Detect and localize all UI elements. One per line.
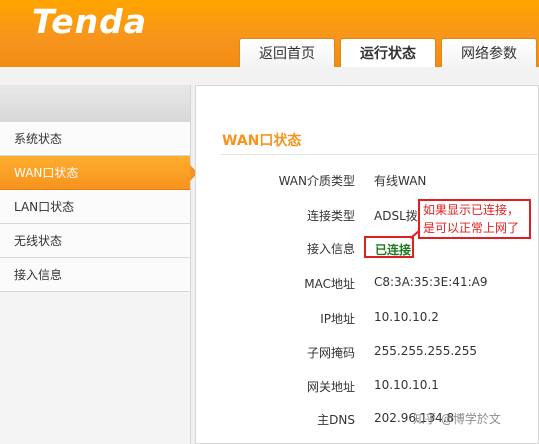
row-label-connection-type: 连接类型 xyxy=(306,209,355,223)
sidebar-item-wan-status[interactable]: WAN口状态 xyxy=(0,156,198,190)
sidebar-item-wireless-status[interactable]: 无线状态 xyxy=(0,224,190,258)
row-label-ip: IP地址 xyxy=(320,312,355,326)
section-divider xyxy=(220,154,539,155)
row-value-subnet: 255.255.255.255 xyxy=(374,344,478,358)
connected-highlight-box: 已连接 xyxy=(364,236,414,258)
section-title: WAN口状态 xyxy=(222,133,302,149)
callout-line-2: 是可以正常上网了 xyxy=(423,221,520,235)
callout-line-1: 如果显示已连接， xyxy=(423,203,520,217)
sidebar-header xyxy=(0,85,190,123)
row-label-access-info: 接入信息 xyxy=(306,242,355,256)
row-label-subnet: 子网掩码 xyxy=(306,346,355,360)
sidebar-item-system-status[interactable]: 系统状态 xyxy=(0,122,190,156)
row-value-mac: C8:3A:35:3E:41:A9 xyxy=(374,275,488,289)
row-label-wan-medium: WAN介质类型 xyxy=(278,174,355,188)
sidebar-item-lan-status[interactable]: LAN口状态 xyxy=(0,190,190,224)
header: Tenda 返回首页 运行状态 网络参数 xyxy=(0,0,539,67)
sidebar-item-access-info[interactable]: 接入信息 xyxy=(0,258,190,292)
row-label-gateway: 网关地址 xyxy=(306,380,355,394)
row-value-gateway: 10.10.10.1 xyxy=(374,378,439,392)
sidebar: 系统状态 WAN口状态 LAN口状态 无线状态 接入信息 xyxy=(0,85,198,444)
tab-running-status[interactable]: 运行状态 xyxy=(340,38,436,67)
annotation-callout: 如果显示已连接， 是可以正常上网了 xyxy=(418,199,531,239)
header-strip xyxy=(0,67,539,85)
row-value-ip: 10.10.10.2 xyxy=(374,310,439,324)
watermark: 知乎 @博学於文 xyxy=(413,412,501,426)
tenda-logo: Tenda xyxy=(32,2,148,41)
row-label-primary-dns: 主DNS xyxy=(317,413,355,427)
tab-network-params[interactable]: 网络参数 xyxy=(441,38,537,67)
tab-home[interactable]: 返回首页 xyxy=(239,38,335,67)
row-label-mac: MAC地址 xyxy=(304,277,355,291)
row-value-wan-medium: 有线WAN xyxy=(374,174,427,188)
row-value-access-info: 已连接 xyxy=(375,243,412,257)
